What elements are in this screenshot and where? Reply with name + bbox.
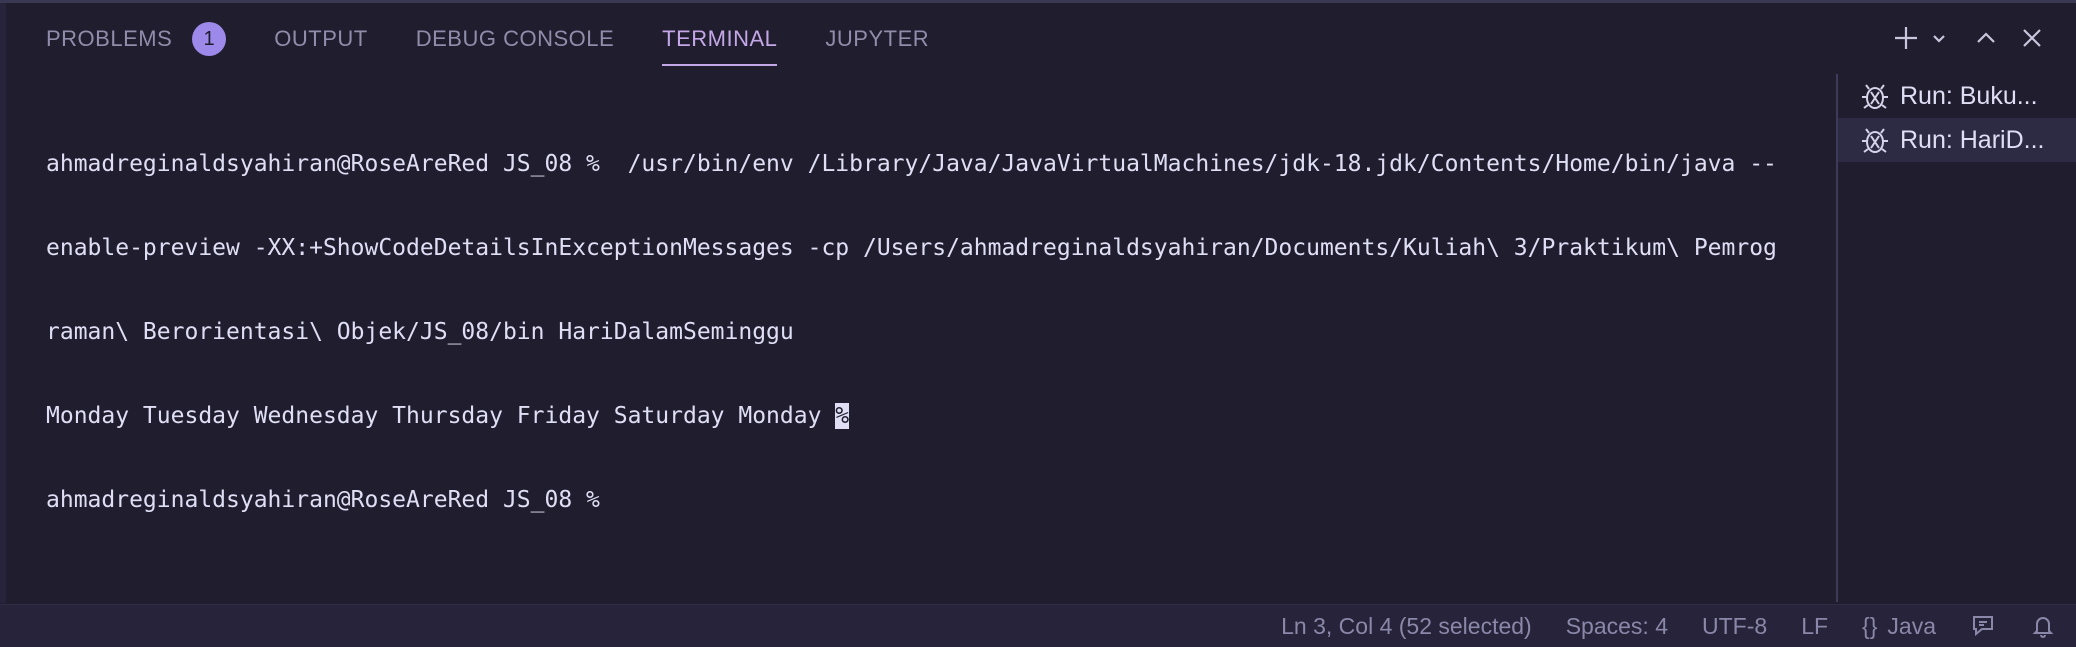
tab-debug-console[interactable]: DEBUG CONSOLE	[416, 16, 614, 62]
bell-icon	[2032, 617, 2054, 638]
status-encoding[interactable]: UTF-8	[1702, 613, 1767, 640]
tab-debug-console-label: DEBUG CONSOLE	[415, 26, 615, 51]
panel-toolbar	[1886, 18, 2052, 58]
terminal-prompt: ahmadreginaldsyahiran@RoseAreRed JS_08 %	[46, 487, 614, 513]
maximize-panel-button[interactable]	[1966, 18, 2006, 58]
session-item-run-harid[interactable]: Run: HariD...	[1838, 118, 2076, 162]
feedback-icon	[1973, 616, 1993, 637]
status-indentation[interactable]: Spaces: 4	[1566, 613, 1668, 640]
terminal-line: ahmadreginaldsyahiran@RoseAreRed JS_08 %…	[46, 151, 1777, 177]
terminal-profile-dropdown[interactable]	[1926, 18, 1952, 58]
status-line-ending[interactable]: LF	[1801, 613, 1828, 640]
plus-icon	[1895, 27, 1917, 49]
problems-count-badge: 1	[192, 22, 227, 56]
tab-output-label: OUTPUT	[274, 26, 368, 51]
language-label: Java	[1887, 612, 1936, 639]
chevron-up-icon	[1977, 32, 1995, 43]
panel-left-edge	[0, 3, 6, 603]
chevron-down-icon	[1933, 35, 1945, 43]
tab-output[interactable]: OUTPUT	[274, 16, 367, 62]
session-label: Run: HariD...	[1900, 125, 2045, 154]
terminal-output[interactable]: ahmadreginaldsyahiran@RoseAreRed JS_08 %…	[46, 94, 1846, 594]
status-cursor-position[interactable]: Ln 3, Col 4 (52 selected)	[1281, 613, 1532, 640]
tab-jupyter-label: JUPYTER	[825, 26, 930, 51]
debug-bug-icon	[1858, 79, 1892, 113]
tab-jupyter[interactable]: JUPYTER	[825, 16, 929, 62]
tab-terminal-label: TERMINAL	[662, 26, 778, 51]
panel-top-border	[0, 0, 2076, 3]
feedback-button[interactable]	[1970, 613, 1996, 639]
terminal-session-list: Run: Buku... Run: HariD...	[1838, 74, 2076, 162]
tab-terminal[interactable]: TERMINAL	[662, 16, 778, 66]
status-bar: Ln 3, Col 4 (52 selected) Spaces: 4 UTF-…	[0, 604, 2076, 647]
notifications-button[interactable]	[2030, 613, 2056, 639]
tab-problems-label: PROBLEMS	[46, 26, 173, 51]
close-icon	[2023, 29, 2041, 47]
terminal-line: raman\ Berorientasi\ Objek/JS_08/bin Har…	[46, 319, 794, 345]
close-panel-button[interactable]	[2012, 18, 2052, 58]
new-terminal-button[interactable]	[1886, 18, 1926, 58]
no-newline-marker: %	[835, 403, 850, 429]
terminal-output-line: Monday Tuesday Wednesday Thursday Friday…	[46, 402, 1846, 430]
terminal-panel: PROBLEMS 1 OUTPUT DEBUG CONSOLE TERMINAL…	[0, 0, 2076, 647]
session-label: Run: Buku...	[1900, 81, 2038, 110]
status-bar-right: Ln 3, Col 4 (52 selected) Spaces: 4 UTF-…	[1247, 605, 2056, 647]
tab-problems[interactable]: PROBLEMS 1	[46, 16, 227, 62]
panel-tab-bar: PROBLEMS 1 OUTPUT DEBUG CONSOLE TERMINAL…	[46, 16, 977, 66]
session-item-run-buku[interactable]: Run: Buku...	[1838, 74, 2076, 118]
braces-icon: {}	[1862, 612, 1878, 639]
terminal-line: enable-preview -XX:+ShowCodeDetailsInExc…	[46, 235, 1777, 261]
program-output: Monday Tuesday Wednesday Thursday Friday…	[46, 403, 836, 429]
status-language-mode[interactable]: {} Java	[1862, 613, 1936, 640]
debug-bug-icon	[1858, 123, 1892, 157]
